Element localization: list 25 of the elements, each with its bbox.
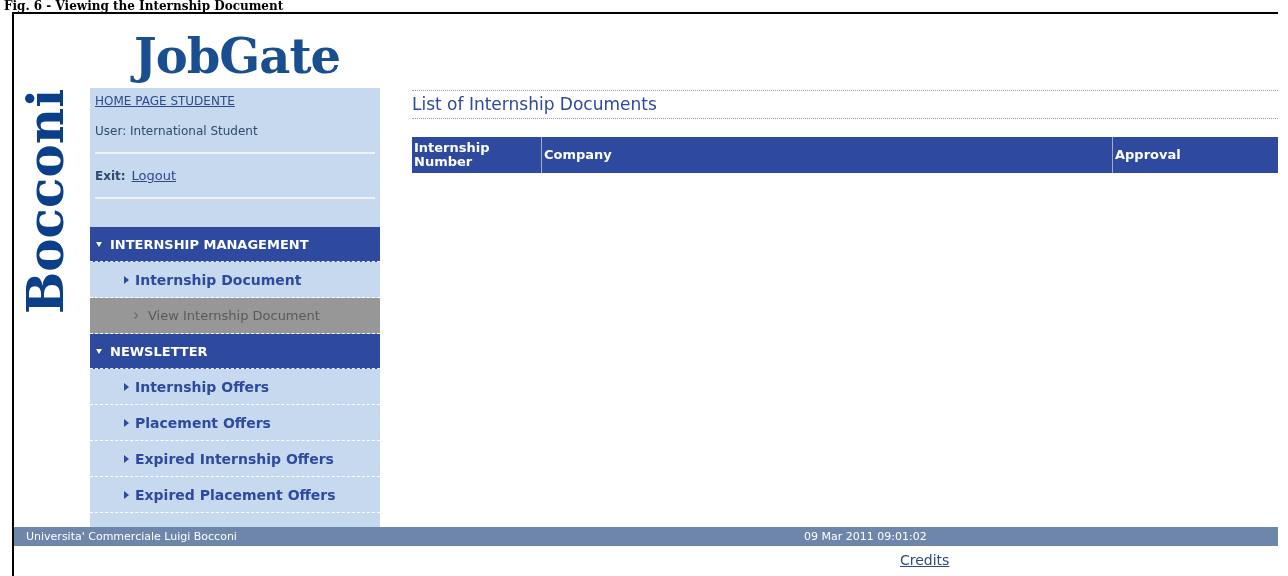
- column-header: Company: [542, 137, 1113, 173]
- page-title: List of Internship Documents: [412, 90, 1278, 119]
- caret-icon: [124, 490, 129, 499]
- caret-icon: [124, 454, 129, 463]
- home-link[interactable]: HOME PAGE STUDENTE: [95, 94, 235, 108]
- exit-label: Exit:: [95, 169, 126, 183]
- menu-item[interactable]: Placement Offers: [90, 405, 380, 441]
- caret-icon: [124, 418, 129, 427]
- column-header: Approval: [1114, 146, 1182, 164]
- menu-section-header[interactable]: INTERNSHIP MANAGEMENT: [90, 227, 380, 262]
- menu-item[interactable]: Expired Placement Offers: [90, 477, 380, 513]
- menu-item[interactable]: Internship Offers: [90, 369, 380, 405]
- column-header: Internship Number: [412, 137, 542, 173]
- caret-icon: [96, 241, 102, 247]
- user-label: User: International Student: [95, 124, 259, 138]
- logout-link[interactable]: Logout: [131, 168, 177, 183]
- date-time: 09 Mar 2011 09:01:02: [804, 530, 927, 543]
- chevron-icon: [134, 312, 138, 319]
- credits-link[interactable]: Credits: [900, 552, 950, 568]
- caret-icon: [96, 348, 102, 354]
- menu-section-header[interactable]: NEWSLETTER: [90, 334, 380, 369]
- caret-icon: [124, 382, 129, 391]
- caret-icon: [124, 275, 129, 284]
- university-name: Universita' Commerciale Luigi Bocconi: [26, 530, 237, 543]
- menu-item[interactable]: Expired Internship Offers: [90, 441, 380, 477]
